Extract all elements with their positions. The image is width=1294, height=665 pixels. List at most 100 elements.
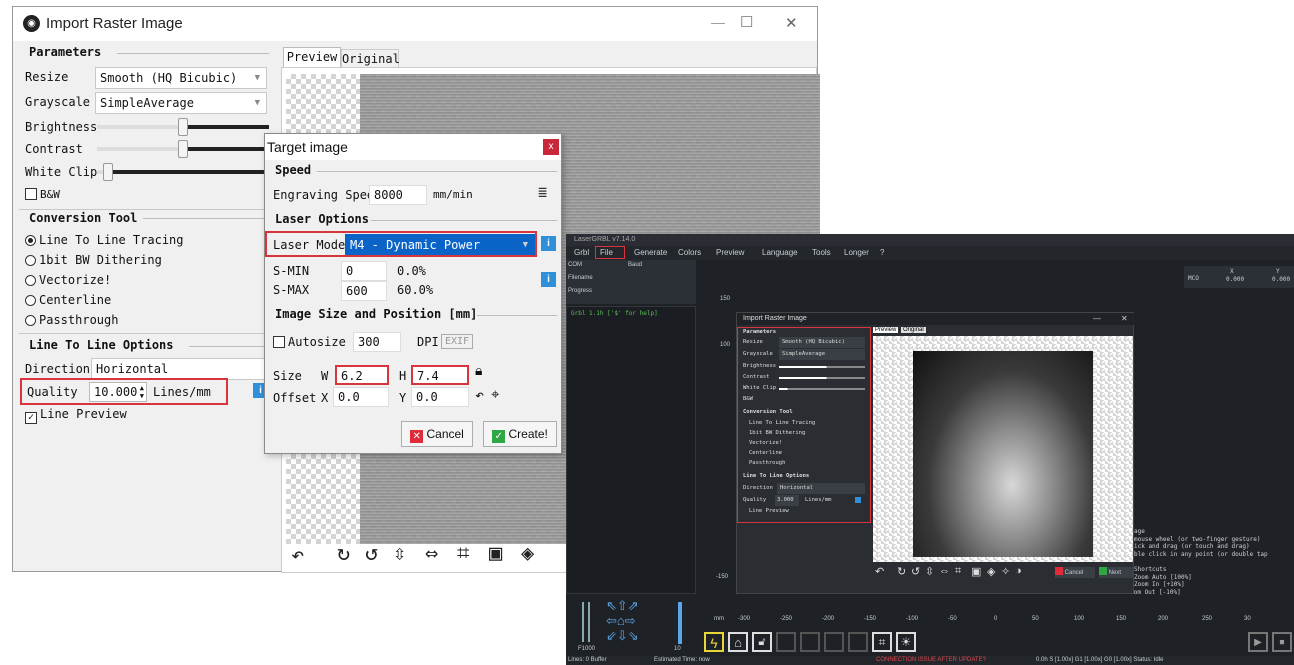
mini-tab-preview[interactable]: Preview bbox=[873, 327, 899, 333]
resize-select[interactable]: Smooth (HQ Bicubic) ▼ bbox=[95, 67, 267, 89]
flip-vertical-icon[interactable]: ⇳ bbox=[393, 541, 406, 566]
reset-offset-icon[interactable]: ↶ bbox=[475, 386, 484, 404]
fill-icon[interactable]: ◈ bbox=[521, 541, 534, 566]
unlock-button[interactable]: 🔓︎ bbox=[752, 632, 772, 652]
mini-flip-h-icon[interactable]: ⇔ bbox=[939, 565, 950, 577]
white-clip-slider[interactable] bbox=[97, 170, 269, 174]
tab-preview[interactable]: Preview bbox=[283, 47, 341, 67]
connect-button[interactable]: ϟ bbox=[704, 632, 724, 652]
mini-next-button[interactable]: Next bbox=[1099, 567, 1133, 578]
tool-1bit-dithering[interactable]: 1bit BW Dithering bbox=[25, 253, 162, 267]
dpi-input[interactable]: 300 bbox=[353, 332, 401, 352]
mini-close-button[interactable]: ✕ bbox=[1121, 314, 1128, 323]
line-preview-checkbox[interactable]: ✓ Line Preview bbox=[25, 407, 127, 424]
cancel-button[interactable]: ✕ Cancel bbox=[401, 421, 473, 447]
mini-contrast-icon[interactable]: ◑ bbox=[1015, 565, 1022, 577]
direction-label: Direction bbox=[25, 362, 91, 376]
menu-grbl[interactable]: Grbl bbox=[574, 248, 589, 257]
mini-title: Import Raster Image bbox=[743, 315, 807, 322]
focus-button[interactable]: ⌗ bbox=[872, 632, 892, 652]
mini-rotate-cw-icon[interactable]: ↻ bbox=[897, 565, 906, 578]
stop-button[interactable]: ⏹ bbox=[1272, 632, 1292, 652]
lasergrbl-window: LaserGRBL v7.14.0 Grbl File Generate Col… bbox=[566, 234, 1294, 665]
mini-fill-icon[interactable]: ◈ bbox=[987, 565, 995, 578]
menu-tools[interactable]: Tools bbox=[812, 248, 831, 257]
mini-wand-icon[interactable]: ✧ bbox=[1001, 565, 1010, 578]
tab-original[interactable]: Original bbox=[341, 49, 400, 67]
mini-cancel-button[interactable]: Cancel bbox=[1055, 567, 1095, 578]
x-tick: -300 bbox=[738, 616, 751, 622]
lightbulb-button[interactable]: ☀ bbox=[896, 632, 916, 652]
menu-language[interactable]: Language bbox=[762, 248, 798, 257]
status-estimated-time: Estimated Time: now bbox=[654, 657, 710, 663]
offset-y-input[interactable]: 0.0 bbox=[411, 387, 469, 407]
mini-image-icon[interactable]: ▣ bbox=[971, 565, 981, 578]
step-slider[interactable] bbox=[678, 602, 682, 644]
crosshair-icon[interactable]: ⌖ bbox=[491, 385, 499, 403]
minimize-button[interactable]: — bbox=[711, 14, 725, 30]
lock-icon[interactable]: 🔒︎ bbox=[475, 363, 482, 379]
toolbar-button-disabled[interactable] bbox=[848, 632, 868, 652]
help-text: age mouse wheel (or two-finger gesture) … bbox=[1094, 528, 1268, 596]
speed-slider[interactable] bbox=[582, 602, 590, 642]
smax-input[interactable]: 600 bbox=[341, 281, 387, 301]
mini-tab-original[interactable]: Original bbox=[901, 327, 926, 333]
rotate-cw-icon[interactable]: ↻ bbox=[337, 541, 350, 566]
menu-help[interactable]: ? bbox=[880, 248, 884, 257]
offset-x-label: X bbox=[321, 391, 329, 405]
grayscale-select[interactable]: SimpleAverage ▼ bbox=[95, 92, 267, 114]
tool-centerline[interactable]: Centerline bbox=[25, 293, 111, 307]
close-button[interactable]: ✕ bbox=[785, 14, 798, 32]
play-button[interactable]: ▶ bbox=[1248, 632, 1268, 652]
undo-icon[interactable]: ↶ bbox=[291, 543, 304, 568]
direction-select[interactable]: Horizontal bbox=[91, 358, 267, 380]
app-menu-bar: Grbl File Generate Colors Preview Langua… bbox=[566, 246, 1294, 260]
rotate-ccw-icon[interactable]: ↺ bbox=[365, 541, 378, 566]
mini-crop-icon[interactable]: ⌗ bbox=[955, 565, 961, 578]
engraving-speed-input[interactable]: 8000 bbox=[369, 185, 427, 205]
bw-checkbox[interactable]: B&W bbox=[25, 187, 60, 201]
database-icon[interactable]: ≣ bbox=[538, 183, 547, 201]
height-input[interactable]: 7.4 bbox=[411, 365, 469, 385]
autosize-checkbox[interactable]: Autosize bbox=[273, 335, 346, 349]
y-tick-neg150: -150 bbox=[716, 574, 729, 580]
mini-rotate-ccw-icon[interactable]: ↺ bbox=[911, 565, 920, 578]
white-clip-slider-handle[interactable] bbox=[103, 163, 113, 181]
checkmark-icon: ✓ bbox=[25, 412, 37, 424]
dialog-close-button[interactable]: x bbox=[543, 139, 559, 155]
flip-horizontal-icon[interactable]: ⇔ bbox=[425, 541, 438, 566]
menu-colors[interactable]: Colors bbox=[678, 248, 701, 257]
app-title-bar: LaserGRBL v7.14.0 bbox=[566, 234, 1294, 246]
offset-x-input[interactable]: 0.0 bbox=[333, 387, 389, 407]
create-button[interactable]: ✓ Create! bbox=[483, 421, 557, 447]
toolbar-button-disabled[interactable] bbox=[776, 632, 796, 652]
menu-preview[interactable]: Preview bbox=[716, 248, 744, 257]
menu-longer[interactable]: Longer bbox=[844, 248, 869, 257]
jog-arrows-icon[interactable]: ⇖⇧⇗ ⇦⌂⇨ ⇙⇩⇘ bbox=[606, 598, 639, 643]
tool-passthrough[interactable]: Passthrough bbox=[25, 313, 118, 327]
status-warning[interactable]: CONNECTION ISSUE AFTER UPDATE? bbox=[876, 657, 986, 663]
laser-mode-info-icon[interactable]: i bbox=[541, 236, 556, 251]
radio-icon bbox=[25, 275, 36, 286]
exif-button[interactable]: EXIF bbox=[441, 334, 474, 349]
x-tick: -250 bbox=[780, 616, 793, 622]
mini-undo-icon[interactable]: ↶ bbox=[875, 565, 884, 578]
mini-flip-v-icon[interactable]: ⇳ bbox=[925, 565, 934, 578]
maximize-button[interactable]: ☐ bbox=[740, 13, 753, 31]
toolbar-button-disabled[interactable] bbox=[824, 632, 844, 652]
tool-vectorize[interactable]: Vectorize! bbox=[25, 273, 111, 287]
mini-minimize-button[interactable]: — bbox=[1093, 314, 1101, 323]
mini-import-dialog: Import Raster Image — ✕ Parameters Resiz… bbox=[736, 312, 1135, 594]
image-icon[interactable]: ▣ bbox=[489, 541, 502, 566]
tool-line-to-line[interactable]: Line To Line Tracing bbox=[25, 233, 184, 247]
width-input[interactable]: 6.2 bbox=[335, 365, 389, 385]
toolbar-button-disabled[interactable] bbox=[800, 632, 820, 652]
power-info-icon[interactable]: i bbox=[541, 272, 556, 287]
brightness-slider-handle[interactable] bbox=[178, 118, 188, 136]
home-button[interactable]: ⌂ bbox=[728, 632, 748, 652]
bottom-toolbar: ϟ ⌂ 🔓︎ ⌗ ☀ ▶ ⏹ bbox=[696, 630, 1294, 654]
smin-input[interactable]: 0 bbox=[341, 261, 387, 281]
menu-generate[interactable]: Generate bbox=[634, 248, 667, 257]
crop-icon[interactable]: ⌗ bbox=[457, 541, 469, 566]
contrast-slider-handle[interactable] bbox=[178, 140, 188, 158]
